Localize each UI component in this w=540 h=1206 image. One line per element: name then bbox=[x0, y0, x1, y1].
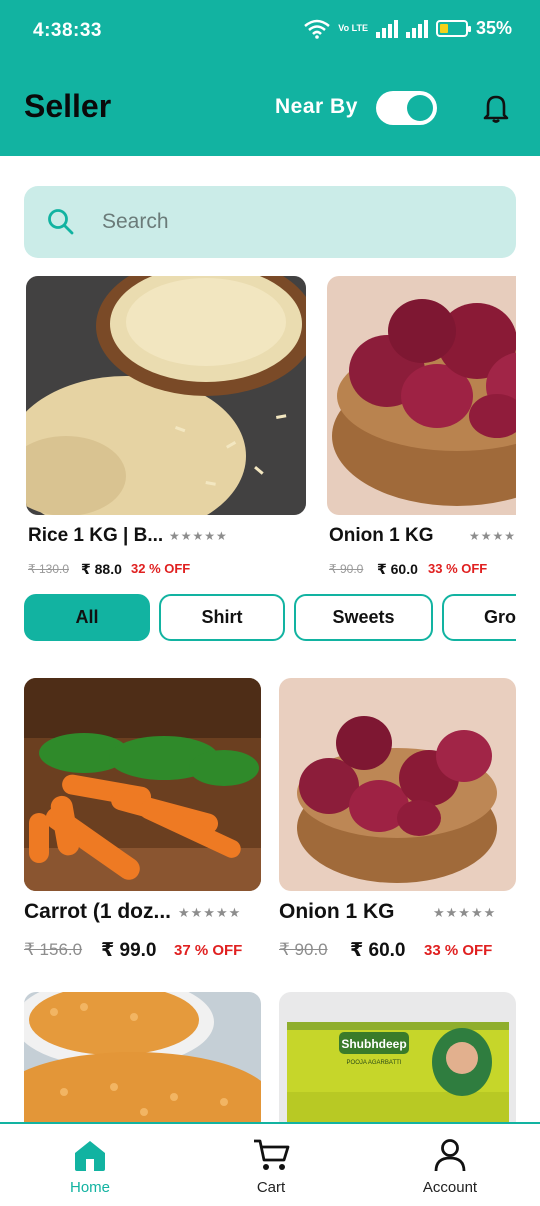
product-name: Carrot (1 doz... bbox=[24, 900, 172, 923]
rating-stars: ★★★★★ bbox=[178, 905, 242, 920]
product-discount: 37 % OFF bbox=[174, 942, 243, 959]
search-input[interactable]: Search bbox=[102, 210, 169, 234]
account-icon bbox=[434, 1139, 466, 1172]
notification-bell-icon[interactable] bbox=[482, 92, 510, 124]
chip-sweets[interactable]: Sweets bbox=[294, 594, 433, 641]
near-by-label: Near By bbox=[275, 95, 358, 118]
product-image-carrot bbox=[24, 678, 261, 891]
nav-home-label: Home bbox=[69, 1179, 110, 1196]
featured-carousel[interactable]: Rice 1 KG | B... ★★★★★ ₹ 130.0 ₹ 88.0 32… bbox=[26, 276, 516, 586]
brand-subtext: POOJA AGARBATTI bbox=[347, 1060, 402, 1066]
product-price: ₹ 99.0 bbox=[101, 940, 157, 961]
nav-account[interactable]: Account bbox=[390, 1138, 510, 1196]
bottom-navigation: Home Cart Account bbox=[0, 1122, 540, 1206]
product-image-agarbatti: Shubhdeep POOJA AGARBATTI bbox=[279, 992, 516, 1122]
product-image-onion bbox=[279, 678, 516, 891]
chip-grocery[interactable]: Groc bbox=[442, 594, 516, 641]
product-name: Onion 1 KG bbox=[329, 525, 434, 546]
product-card[interactable]: Shubhdeep POOJA AGARBATTI bbox=[279, 992, 516, 1122]
product-card[interactable] bbox=[24, 992, 261, 1122]
wifi-icon bbox=[304, 19, 331, 39]
featured-card[interactable]: Rice 1 KG | B... ★★★★★ ₹ 130.0 ₹ 88.0 32… bbox=[26, 276, 306, 577]
nav-cart-label: Cart bbox=[256, 1179, 286, 1196]
search-icon bbox=[48, 209, 74, 235]
product-image-chana-dal bbox=[24, 992, 261, 1122]
rating-stars: ★★★★★ bbox=[469, 529, 516, 543]
product-card[interactable]: Carrot (1 doz... ★★★★★ ₹ 156.0 ₹ 99.0 37… bbox=[24, 678, 261, 961]
product-card[interactable]: Onion 1 KG ★★★★★ ₹ 90.0 ₹ 60.0 33 % OFF bbox=[279, 678, 516, 961]
status-bar: 4:38:33 Vo LTE 35% bbox=[0, 0, 540, 62]
battery-icon bbox=[435, 20, 471, 37]
product-price: ₹ 88.0 bbox=[81, 561, 122, 577]
volte-icon: Vo LTE bbox=[338, 23, 368, 33]
product-mrp: ₹ 90.0 bbox=[329, 562, 364, 576]
chip-shirt[interactable]: Shirt bbox=[159, 594, 285, 641]
toggle-knob bbox=[407, 95, 433, 121]
rating-stars: ★★★★★ bbox=[169, 529, 228, 543]
battery-percent: 35% bbox=[475, 18, 512, 38]
near-by-toggle[interactable] bbox=[376, 91, 437, 125]
nav-account-label: Account bbox=[422, 1179, 478, 1196]
brand-text: Shubhdeep bbox=[341, 1037, 406, 1051]
category-chips[interactable]: All Shirt Sweets Groc bbox=[24, 594, 516, 642]
chip-all[interactable]: All bbox=[24, 594, 150, 641]
nav-home[interactable]: Home bbox=[30, 1138, 150, 1196]
product-image-onion bbox=[327, 276, 516, 515]
home-icon bbox=[75, 1141, 105, 1171]
product-name: Rice 1 KG | B... bbox=[28, 525, 164, 546]
rating-stars: ★★★★★ bbox=[433, 905, 497, 920]
signal-icon-2 bbox=[405, 19, 428, 38]
product-mrp: ₹ 156.0 bbox=[24, 940, 83, 959]
page-title: Seller bbox=[24, 88, 112, 124]
status-icons: Vo LTE 35% bbox=[304, 18, 512, 39]
cart-icon bbox=[254, 1139, 290, 1170]
product-price: ₹ 60.0 bbox=[377, 561, 418, 577]
product-image-rice bbox=[26, 276, 306, 515]
product-price: ₹ 60.0 bbox=[350, 940, 406, 961]
product-mrp: ₹ 90.0 bbox=[279, 940, 328, 959]
product-name: Onion 1 KG bbox=[279, 900, 395, 923]
product-discount: 32 % OFF bbox=[131, 561, 191, 576]
product-mrp: ₹ 130.0 bbox=[28, 562, 69, 576]
product-discount: 33 % OFF bbox=[428, 561, 488, 576]
signal-icon-1 bbox=[375, 19, 398, 38]
search-bar[interactable]: Search bbox=[24, 186, 516, 258]
nav-cart[interactable]: Cart bbox=[211, 1138, 331, 1196]
featured-card[interactable]: Onion 1 KG ★★★★★ ₹ 90.0 ₹ 60.0 33 % OFF bbox=[327, 276, 516, 577]
app-bar: Seller Near By bbox=[0, 62, 540, 156]
status-time: 4:38:33 bbox=[33, 20, 102, 41]
product-discount: 33 % OFF bbox=[424, 942, 493, 959]
